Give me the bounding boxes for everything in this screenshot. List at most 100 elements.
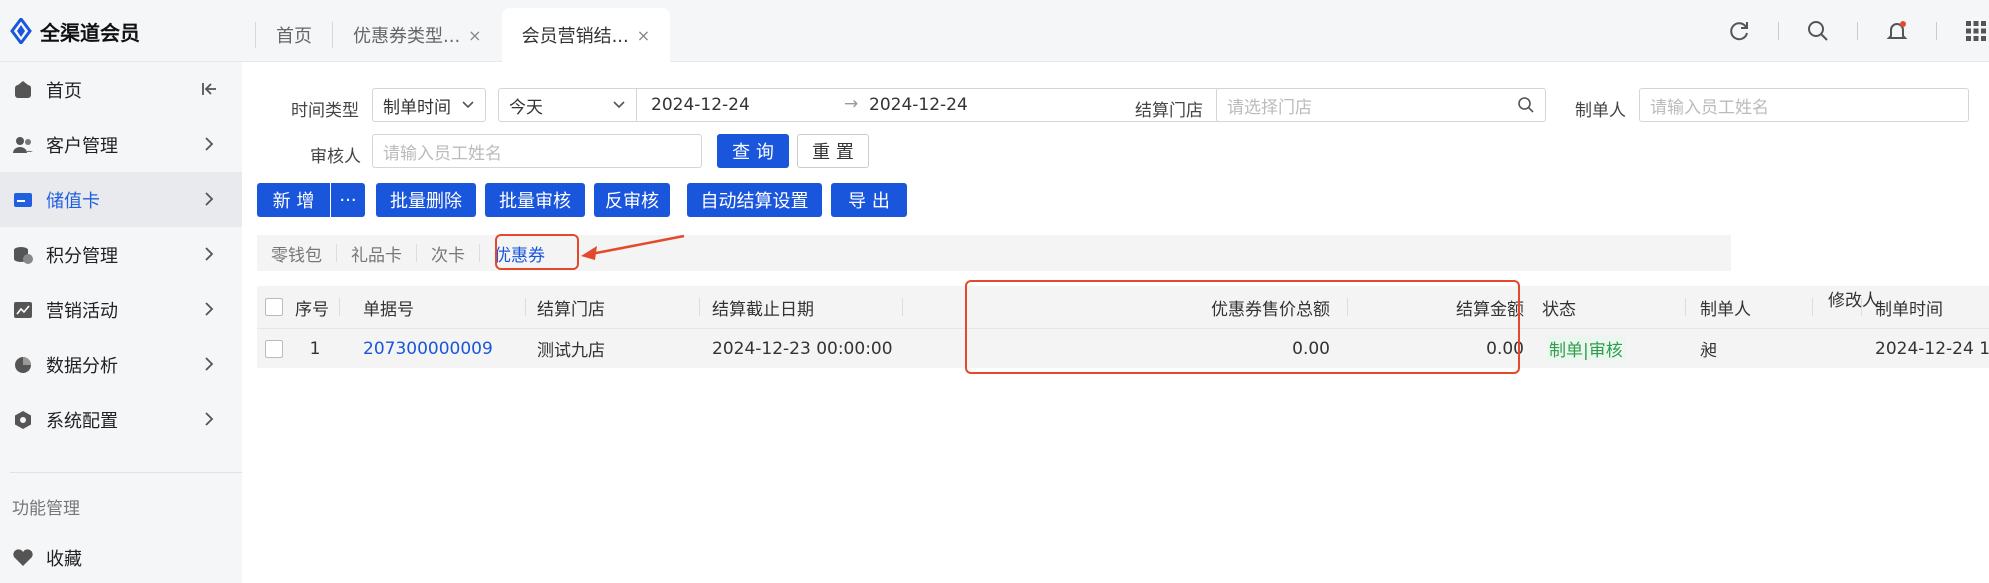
time-type-select[interactable]: 制单时间	[372, 88, 486, 122]
annotation-coupon-tab-box	[495, 234, 579, 270]
heart-icon	[12, 547, 34, 569]
chevron-right-icon	[205, 357, 214, 371]
refresh-icon[interactable]	[1726, 18, 1752, 44]
chart-line-icon	[12, 299, 34, 321]
creator-placeholder: 请输入员工姓名	[1650, 97, 1769, 118]
main-content: 时间类型 制单时间 今天 2024-12-24 → 2024-12-24 结算门…	[242, 62, 1989, 583]
row-status-badge[interactable]: 制单|审核	[1547, 336, 1625, 361]
sidebar-item-system-config[interactable]: 系统配置	[0, 392, 242, 447]
reset-button[interactable]: 重 置	[797, 134, 869, 168]
annotation-arrow-icon	[581, 234, 685, 260]
sidebar-item-label: 积分管理	[46, 245, 118, 267]
apps-grid-icon[interactable]	[1963, 18, 1989, 44]
range-select[interactable]: 今天	[499, 89, 637, 121]
sidebar-divider	[10, 472, 242, 473]
chevron-down-icon	[462, 101, 474, 109]
more-actions-button[interactable]: ···	[331, 183, 365, 217]
close-icon[interactable]: ×	[637, 26, 650, 45]
card-icon	[12, 189, 34, 211]
add-button[interactable]: 新 增	[257, 183, 330, 217]
chevron-down-icon	[613, 101, 625, 109]
auto-settle-settings-button[interactable]: 自动结算设置	[687, 183, 822, 217]
chevron-right-icon	[205, 247, 214, 261]
tab-home[interactable]: 首页	[256, 8, 332, 62]
range-value: 今天	[509, 97, 543, 118]
sidebar-item-label: 系统配置	[46, 410, 118, 432]
sidebar-item-marketing[interactable]: 营销活动	[0, 282, 242, 337]
store-placeholder: 请选择门店	[1227, 97, 1312, 118]
auditor-label: 审核人	[310, 147, 361, 167]
row-index: 1	[309, 338, 321, 359]
row-deadline: 2024-12-23 00:00:00	[712, 338, 893, 359]
row-creator: 昶	[1700, 341, 1717, 361]
sidebar-item-favorites[interactable]: 收藏	[0, 530, 242, 583]
batch-delete-button[interactable]: 批量删除	[376, 183, 476, 217]
query-button[interactable]: 查 询	[717, 134, 789, 168]
creator-label: 制单人	[1575, 101, 1626, 121]
app-logo-icon	[10, 18, 32, 44]
section-label: 功能管理	[12, 499, 80, 519]
search-icon[interactable]	[1517, 96, 1535, 114]
column-header-creator[interactable]: 制单人	[1700, 286, 1751, 328]
date-end[interactable]: 2024-12-24	[869, 95, 968, 115]
sidebar-item-label: 数据分析	[46, 355, 118, 377]
column-header-status[interactable]: 状态	[1542, 286, 1576, 328]
sidebar-item-customers[interactable]: 客户管理	[0, 117, 242, 172]
creator-input[interactable]: 请输入员工姓名	[1639, 88, 1969, 122]
checkbox[interactable]	[265, 339, 283, 358]
collapse-sidebar-icon[interactable]	[200, 80, 218, 98]
home-icon	[12, 79, 34, 101]
row-doc-no-link[interactable]: 207300000009	[363, 329, 493, 368]
sidebar-item-stored-value-card[interactable]: 储值卡	[0, 172, 242, 227]
export-button[interactable]: 导 出	[831, 183, 907, 217]
column-divider	[1685, 298, 1686, 316]
top-toolbar	[1726, 14, 1989, 48]
app-name: 全渠道会员	[40, 20, 140, 45]
subtab-wallet[interactable]: 零钱包	[257, 241, 336, 266]
bell-icon[interactable]	[1884, 18, 1910, 44]
chevron-right-icon	[205, 192, 214, 206]
settings-icon	[12, 409, 34, 431]
sidebar-item-analytics[interactable]: 数据分析	[0, 337, 242, 392]
toolbar-divider	[1936, 22, 1937, 40]
sidebar-item-points[interactable]: 积分管理	[0, 227, 242, 282]
chevron-right-icon	[205, 412, 214, 426]
page-tabs: 首页 优惠券类型... × 会员营销结... ×	[255, 8, 671, 62]
auditor-placeholder: 请输入员工姓名	[383, 143, 502, 164]
auditor-input[interactable]: 请输入员工姓名	[372, 134, 702, 168]
reverse-audit-button[interactable]: 反审核	[594, 183, 670, 217]
store-label: 结算门店	[1135, 101, 1203, 121]
tab-label: 优惠券类型...	[353, 26, 461, 47]
top-bar: 全渠道会员 首页 优惠券类型... × 会员营销结... ×	[0, 0, 1989, 62]
annotation-amount-columns-box	[965, 280, 1520, 374]
users-icon	[12, 134, 34, 156]
sidebar-item-home[interactable]: 首页	[0, 62, 242, 117]
sidebar-item-label: 首页	[46, 80, 82, 102]
time-type-value: 制单时间	[383, 97, 451, 118]
column-header-created-at[interactable]: 制单时间	[1875, 286, 1943, 328]
chevron-right-icon	[205, 302, 214, 316]
date-start[interactable]: 2024-12-24	[651, 95, 750, 115]
tab-member-marketing-settlement[interactable]: 会员营销结... ×	[501, 8, 671, 62]
brand[interactable]: 全渠道会员	[10, 14, 140, 48]
toolbar-divider	[1857, 22, 1858, 40]
column-divider	[1812, 298, 1813, 316]
row-checkbox[interactable]	[265, 329, 283, 368]
row-store: 测试九店	[537, 341, 605, 361]
subtab-count-card[interactable]: 次卡	[417, 241, 479, 266]
row-created-at: 2024-12-24 14:59:22	[1875, 338, 1989, 359]
time-type-label: 时间类型	[291, 101, 359, 121]
sidebar-item-label: 客户管理	[46, 135, 118, 157]
date-arrow: →	[844, 94, 859, 114]
store-select[interactable]: 请选择门店	[1216, 88, 1546, 122]
pie-icon	[12, 354, 34, 376]
column-header-modifier[interactable]: 修改人	[1828, 286, 1879, 311]
search-icon[interactable]	[1805, 18, 1831, 44]
tab-coupon-type[interactable]: 优惠券类型... ×	[333, 8, 502, 62]
batch-audit-button[interactable]: 批量审核	[485, 183, 585, 217]
tab-label: 会员营销结...	[521, 26, 629, 47]
subtab-gift-card[interactable]: 礼品卡	[337, 241, 416, 266]
card-type-tabs: 零钱包 礼品卡 次卡 优惠券	[257, 235, 1731, 271]
sidebar-item-label: 储值卡	[46, 190, 100, 212]
close-icon[interactable]: ×	[468, 26, 481, 45]
